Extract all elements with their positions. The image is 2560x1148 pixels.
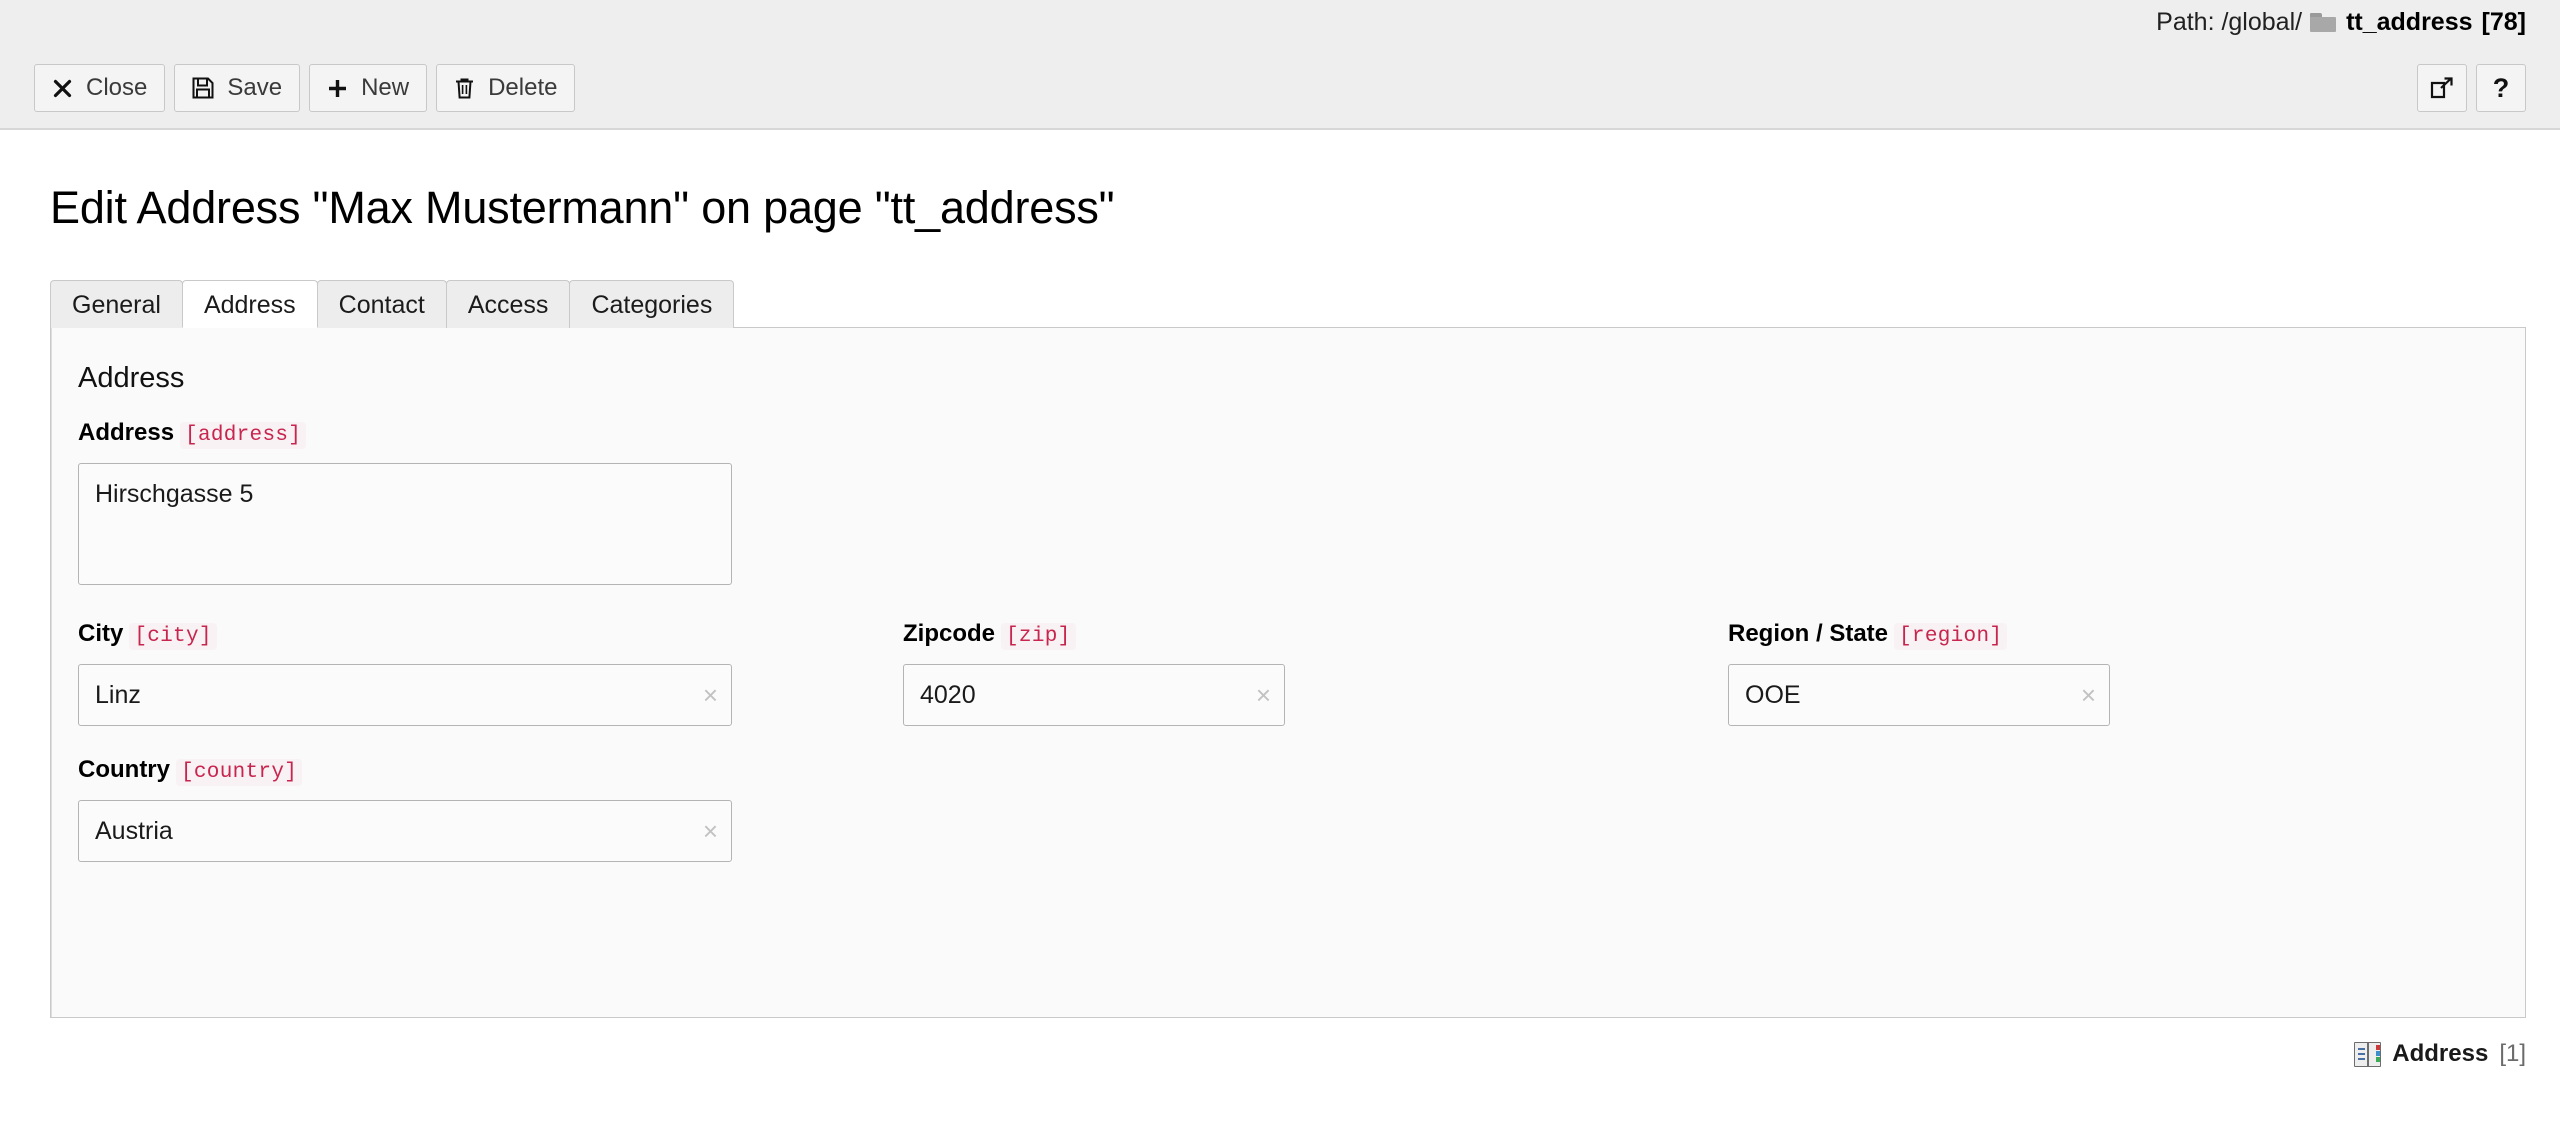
field-row-address: Address[address] bbox=[78, 419, 2525, 590]
field-label-zip: Zipcode[zip] bbox=[903, 620, 1728, 648]
field-zip: Zipcode[zip] × bbox=[903, 620, 1728, 726]
field-country: Country[country] × bbox=[78, 756, 903, 862]
zip-input[interactable] bbox=[903, 664, 1285, 726]
form-panel-body: Address Address[address] City[city] × bbox=[51, 328, 2525, 1017]
field-code-address: [address] bbox=[180, 422, 306, 449]
field-code-zip: [zip] bbox=[1001, 623, 1076, 650]
field-label-country: Country[country] bbox=[78, 756, 903, 784]
zip-clear-icon[interactable]: × bbox=[1256, 682, 1271, 708]
save-icon bbox=[192, 77, 214, 99]
region-input-wrap: × bbox=[1728, 664, 2110, 726]
field-code-region: [region] bbox=[1894, 623, 2007, 650]
open-in-new-window-button[interactable] bbox=[2417, 64, 2467, 112]
tab-access[interactable]: Access bbox=[446, 280, 571, 328]
breadcrumb: Path: /global/ tt_address [78] bbox=[2156, 8, 2526, 37]
country-input-wrap: × bbox=[78, 800, 732, 862]
form-panel: Address Address[address] City[city] × bbox=[50, 328, 2526, 1018]
record-type-label: Address bbox=[2392, 1040, 2488, 1068]
field-row-city-zip-region: City[city] × Zipcode[zip] × Region / bbox=[78, 620, 2525, 726]
zip-input-wrap: × bbox=[903, 664, 1285, 726]
field-label-region: Region / State[region] bbox=[1728, 620, 2553, 648]
country-clear-icon[interactable]: × bbox=[703, 818, 718, 844]
field-address: Address[address] bbox=[78, 419, 903, 590]
new-button-label: New bbox=[361, 76, 409, 100]
field-label-city: City[city] bbox=[78, 620, 903, 648]
address-record-icon bbox=[2354, 1042, 2381, 1067]
help-button[interactable]: ? bbox=[2476, 64, 2526, 112]
field-region: Region / State[region] × bbox=[1728, 620, 2553, 726]
open-in-new-window-icon bbox=[2430, 76, 2454, 100]
delete-button-label: Delete bbox=[488, 76, 557, 100]
city-input-wrap: × bbox=[78, 664, 732, 726]
page-title: Edit Address "Max Mustermann" on page "t… bbox=[0, 130, 2560, 234]
field-label-city-text: City bbox=[78, 620, 123, 647]
breadcrumb-table-name: tt_address bbox=[2346, 8, 2472, 37]
plus-icon bbox=[327, 78, 348, 99]
field-label-zip-text: Zipcode bbox=[903, 620, 995, 647]
field-city: City[city] × bbox=[78, 620, 903, 726]
region-clear-icon[interactable]: × bbox=[2081, 682, 2096, 708]
trash-icon bbox=[454, 77, 475, 99]
field-code-country: [country] bbox=[176, 759, 302, 786]
field-label-address-text: Address bbox=[78, 419, 174, 446]
field-row-country: Country[country] × bbox=[78, 756, 2525, 862]
new-button[interactable]: New bbox=[309, 64, 427, 112]
breadcrumb-uid: [78] bbox=[2482, 8, 2526, 37]
toolbar-secondary-actions: ? bbox=[2417, 64, 2526, 112]
field-label-address: Address[address] bbox=[78, 419, 903, 447]
record-info: Address [1] bbox=[0, 1040, 2526, 1068]
region-input[interactable] bbox=[1728, 664, 2110, 726]
country-input[interactable] bbox=[78, 800, 732, 862]
save-button[interactable]: Save bbox=[174, 64, 300, 112]
city-clear-icon[interactable]: × bbox=[703, 682, 718, 708]
close-button[interactable]: Close bbox=[34, 64, 165, 112]
section-title: Address bbox=[78, 362, 2525, 395]
tab-address[interactable]: Address bbox=[182, 280, 318, 328]
close-button-label: Close bbox=[86, 76, 147, 100]
close-icon bbox=[52, 78, 73, 99]
field-label-region-text: Region / State bbox=[1728, 620, 1888, 647]
form-tabs: General Address Contact Access Categorie… bbox=[50, 278, 2526, 328]
breadcrumb-path-label: Path: /global/ bbox=[2156, 8, 2302, 37]
city-input[interactable] bbox=[78, 664, 732, 726]
tab-contact[interactable]: Contact bbox=[317, 280, 447, 328]
delete-button[interactable]: Delete bbox=[436, 64, 575, 112]
save-button-label: Save bbox=[227, 76, 282, 100]
record-count-label: [1] bbox=[2499, 1040, 2526, 1068]
field-code-city: [city] bbox=[129, 623, 216, 650]
editor-toolbar: Close Save New bbox=[0, 48, 2560, 130]
toolbar-primary-actions: Close Save New bbox=[34, 64, 575, 112]
tab-general[interactable]: General bbox=[50, 280, 183, 328]
top-path-bar: Path: /global/ tt_address [78] bbox=[0, 0, 2560, 48]
tab-categories[interactable]: Categories bbox=[569, 280, 734, 328]
address-textarea[interactable] bbox=[78, 463, 732, 585]
field-label-country-text: Country bbox=[78, 756, 170, 783]
help-icon: ? bbox=[2493, 75, 2510, 102]
folder-icon bbox=[2310, 13, 2336, 32]
